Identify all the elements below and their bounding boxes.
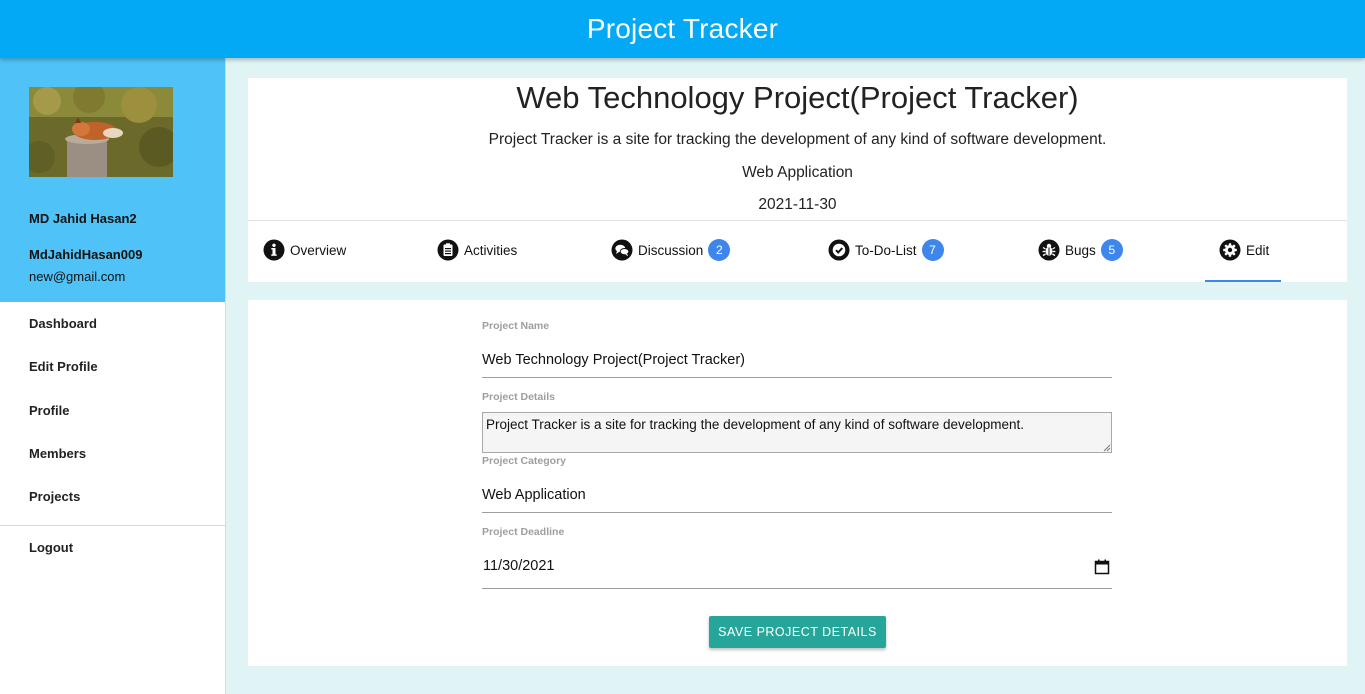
tab-discussion[interactable]: Discussion 2: [611, 238, 731, 262]
sidebar-item-members[interactable]: Members: [0, 432, 225, 475]
tab-activities[interactable]: Activities: [437, 238, 517, 262]
clipboard-icon: [437, 239, 459, 261]
discussion-count-badge: 2: [708, 239, 731, 261]
tab-to-do-list-label: To-Do-List: [855, 242, 917, 258]
profile-email: new@gmail.com: [29, 269, 126, 284]
sidebar-nav: Dashboard Edit Profile Profile Members P…: [0, 302, 225, 518]
project-category-label: Project Category: [482, 455, 567, 467]
app-header: Project Tracker: [0, 0, 1365, 58]
project-category: Web Application: [742, 164, 853, 181]
bugs-count-badge: 5: [1100, 239, 1123, 261]
active-tab-indicator: [1205, 280, 1281, 282]
sidebar: MD Jahid Hasan2 MdJahidHasan009 new@gmai…: [0, 58, 226, 694]
gear-icon: [1219, 239, 1241, 261]
project-header: Web Technology Project(Project Tracker) …: [248, 78, 1347, 282]
save-project-details-button[interactable]: SAVE PROJECT DETAILS: [709, 616, 886, 648]
edit-project-form: Project Name Project Details Project Tra…: [248, 300, 1347, 666]
sidebar-item-dashboard[interactable]: Dashboard: [0, 302, 225, 345]
project-category-input[interactable]: [482, 477, 1112, 513]
project-details-textarea[interactable]: Project Tracker is a site for tracking t…: [482, 412, 1112, 453]
tab-overview[interactable]: Overview: [263, 238, 346, 262]
tab-to-do-list[interactable]: To-Do-List 7: [828, 238, 944, 262]
tab-edit-label: Edit: [1246, 242, 1270, 258]
sidebar-item-profile[interactable]: Profile: [0, 389, 225, 432]
tab-overview-label: Overview: [290, 242, 347, 258]
tab-bugs[interactable]: Bugs 5: [1038, 238, 1123, 262]
bug-icon: [1038, 239, 1060, 261]
project-deadline-label: Project Deadline: [482, 526, 565, 538]
sidebar-item-edit-profile[interactable]: Edit Profile: [0, 345, 225, 388]
tab-activities-label: Activities: [464, 242, 518, 258]
project-name-label: Project Name: [482, 320, 550, 332]
chat-icon: [611, 239, 633, 261]
tab-edit[interactable]: Edit: [1219, 238, 1269, 262]
logout-link[interactable]: Logout: [0, 526, 225, 569]
info-icon: [263, 239, 285, 261]
tabs-divider: [248, 220, 1347, 221]
profile-panel: MD Jahid Hasan2 MdJahidHasan009 new@gmai…: [0, 58, 225, 302]
project-details-label: Project Details: [482, 391, 555, 403]
profile-username: MdJahidHasan009: [29, 247, 143, 262]
tab-bugs-label: Bugs: [1065, 242, 1096, 258]
deadline-value: 11/30/2021: [483, 558, 555, 574]
calendar-icon[interactable]: [1094, 559, 1110, 575]
project-deadline-input[interactable]: 11/30/2021: [482, 550, 1112, 589]
check-circle-icon: [828, 239, 850, 261]
sidebar-item-projects[interactable]: Projects: [0, 475, 225, 518]
tab-discussion-label: Discussion: [638, 242, 704, 258]
project-description: Project Tracker is a site for tracking t…: [488, 131, 1107, 148]
profile-name: MD Jahid Hasan2: [29, 211, 137, 226]
to-do-count-badge: 7: [921, 239, 944, 261]
project-name-input[interactable]: [482, 342, 1112, 378]
project-title: Web Technology Project(Project Tracker): [516, 80, 1079, 115]
resize-grip-icon[interactable]: [1103, 444, 1111, 452]
project-deadline: 2021-11-30: [758, 196, 837, 213]
avatar: [29, 87, 173, 177]
app-title: Project Tracker: [586, 13, 779, 44]
